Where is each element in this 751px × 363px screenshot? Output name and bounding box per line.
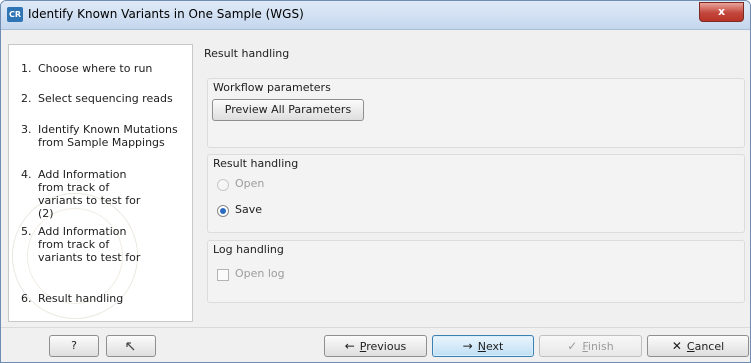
steps-panel: 1. Choose where to run 2. Select sequenc… (8, 44, 193, 322)
step-label: Add Information from track of variants t… (38, 225, 141, 264)
preview-all-parameters-button[interactable]: Preview All Parameters (212, 99, 364, 121)
open-log-checkbox[interactable] (217, 269, 229, 281)
step-number: 6. (21, 292, 32, 305)
group-title: Log handling (213, 243, 284, 256)
step-label: Select sequencing reads (38, 92, 173, 105)
checkmark-icon: ✓ (567, 339, 578, 353)
workflow-parameters-group: Workflow parameters Preview All Paramete… (207, 78, 745, 148)
log-handling-group: Log handling Open log (207, 240, 745, 303)
finish-button[interactable]: ✓ Finish (539, 335, 642, 357)
open-log-label: Open log (235, 267, 285, 280)
arrow-right-icon: → (462, 339, 473, 353)
open-radio-label: Open (235, 177, 265, 190)
wizard-dialog: CR Identify Known Variants in One Sample… (0, 0, 751, 363)
help-button[interactable]: ? (49, 335, 99, 357)
save-radio-label: Save (235, 203, 263, 216)
close-icon: x (717, 5, 726, 18)
close-button[interactable]: x (699, 2, 744, 22)
restore-defaults-button[interactable] (106, 335, 156, 357)
arrow-left-icon: ← (344, 339, 355, 353)
previous-button[interactable]: ← Previous (324, 335, 427, 357)
save-radio[interactable] (217, 205, 229, 217)
result-handling-group: Result handling Open Save (207, 154, 745, 233)
step-number: 5. (21, 225, 32, 238)
group-title: Result handling (213, 157, 299, 170)
cancel-button[interactable]: ✕ Cancel (647, 335, 749, 357)
step-number: 3. (21, 123, 32, 136)
step-label: Choose where to run (38, 62, 153, 75)
window-title: Identify Known Variants in One Sample (W… (28, 7, 304, 21)
settings-panel: Result handling Workflow parameters Prev… (198, 44, 750, 320)
open-radio[interactable] (217, 179, 229, 191)
step-number: 1. (21, 62, 32, 75)
step-label: Result handling (38, 292, 124, 305)
footer-bar: ? ← Previous → Next ✓ Finish ✕ Cancel (1, 327, 750, 362)
help-icon: ? (71, 339, 77, 352)
group-title: Workflow parameters (213, 81, 331, 94)
restore-defaults-icon (125, 342, 137, 355)
next-button[interactable]: → Next (432, 335, 534, 357)
close-x-icon: ✕ (671, 339, 682, 353)
title-bar[interactable]: CR Identify Known Variants in One Sample… (1, 1, 750, 30)
step-label: Add Information from track of variants t… (38, 168, 141, 220)
app-icon: CR (7, 7, 23, 22)
step-number: 4. (21, 168, 32, 181)
step-number: 2. (21, 92, 32, 105)
step-label: Identify Known Mutations from Sample Map… (38, 123, 178, 149)
section-title: Result handling (204, 47, 290, 60)
